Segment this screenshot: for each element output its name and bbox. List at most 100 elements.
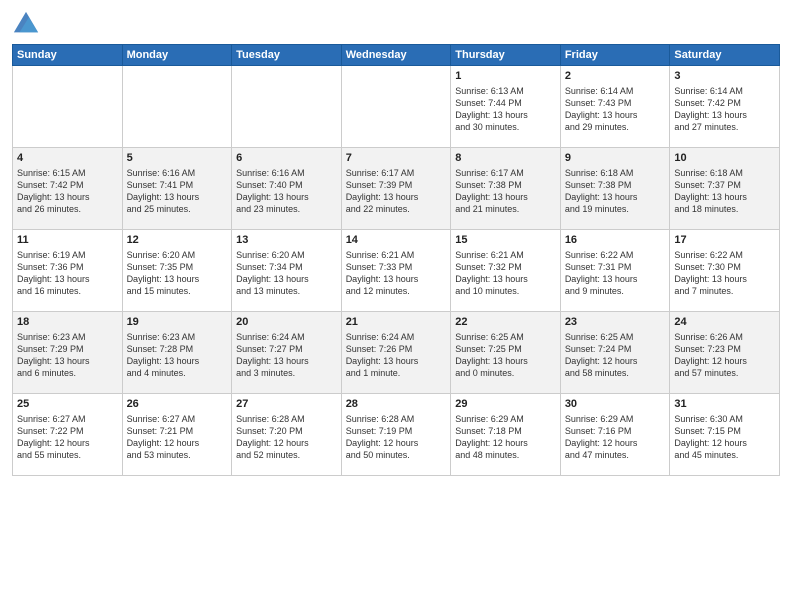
day-info: Sunrise: 6:30 AM Sunset: 7:15 PM Dayligh…: [674, 413, 775, 462]
day-cell: 26Sunrise: 6:27 AM Sunset: 7:21 PM Dayli…: [122, 394, 232, 476]
day-info: Sunrise: 6:14 AM Sunset: 7:43 PM Dayligh…: [565, 85, 666, 134]
day-info: Sunrise: 6:21 AM Sunset: 7:33 PM Dayligh…: [346, 249, 447, 298]
day-cell: 12Sunrise: 6:20 AM Sunset: 7:35 PM Dayli…: [122, 230, 232, 312]
day-cell: 6Sunrise: 6:16 AM Sunset: 7:40 PM Daylig…: [232, 148, 342, 230]
day-info: Sunrise: 6:18 AM Sunset: 7:38 PM Dayligh…: [565, 167, 666, 216]
day-number: 11: [17, 233, 118, 248]
day-cell: 1Sunrise: 6:13 AM Sunset: 7:44 PM Daylig…: [451, 66, 561, 148]
day-info: Sunrise: 6:17 AM Sunset: 7:38 PM Dayligh…: [455, 167, 556, 216]
day-cell: 16Sunrise: 6:22 AM Sunset: 7:31 PM Dayli…: [560, 230, 670, 312]
day-info: Sunrise: 6:23 AM Sunset: 7:29 PM Dayligh…: [17, 331, 118, 380]
day-number: 2: [565, 69, 666, 84]
weekday-friday: Friday: [560, 45, 670, 66]
day-number: 4: [17, 151, 118, 166]
day-info: Sunrise: 6:29 AM Sunset: 7:16 PM Dayligh…: [565, 413, 666, 462]
day-cell: 22Sunrise: 6:25 AM Sunset: 7:25 PM Dayli…: [451, 312, 561, 394]
day-cell: 20Sunrise: 6:24 AM Sunset: 7:27 PM Dayli…: [232, 312, 342, 394]
weekday-tuesday: Tuesday: [232, 45, 342, 66]
day-info: Sunrise: 6:28 AM Sunset: 7:20 PM Dayligh…: [236, 413, 337, 462]
day-info: Sunrise: 6:22 AM Sunset: 7:31 PM Dayligh…: [565, 249, 666, 298]
day-cell: 21Sunrise: 6:24 AM Sunset: 7:26 PM Dayli…: [341, 312, 451, 394]
header: [12, 10, 780, 38]
day-cell: 8Sunrise: 6:17 AM Sunset: 7:38 PM Daylig…: [451, 148, 561, 230]
day-info: Sunrise: 6:26 AM Sunset: 7:23 PM Dayligh…: [674, 331, 775, 380]
day-number: 7: [346, 151, 447, 166]
weekday-header-row: SundayMondayTuesdayWednesdayThursdayFrid…: [13, 45, 780, 66]
day-number: 18: [17, 315, 118, 330]
day-number: 22: [455, 315, 556, 330]
day-cell: 25Sunrise: 6:27 AM Sunset: 7:22 PM Dayli…: [13, 394, 123, 476]
day-cell: 31Sunrise: 6:30 AM Sunset: 7:15 PM Dayli…: [670, 394, 780, 476]
weekday-thursday: Thursday: [451, 45, 561, 66]
weekday-wednesday: Wednesday: [341, 45, 451, 66]
day-info: Sunrise: 6:25 AM Sunset: 7:24 PM Dayligh…: [565, 331, 666, 380]
week-row-2: 11Sunrise: 6:19 AM Sunset: 7:36 PM Dayli…: [13, 230, 780, 312]
day-info: Sunrise: 6:17 AM Sunset: 7:39 PM Dayligh…: [346, 167, 447, 216]
day-info: Sunrise: 6:22 AM Sunset: 7:30 PM Dayligh…: [674, 249, 775, 298]
day-info: Sunrise: 6:29 AM Sunset: 7:18 PM Dayligh…: [455, 413, 556, 462]
day-cell: 27Sunrise: 6:28 AM Sunset: 7:20 PM Dayli…: [232, 394, 342, 476]
day-cell: 17Sunrise: 6:22 AM Sunset: 7:30 PM Dayli…: [670, 230, 780, 312]
day-cell: [13, 66, 123, 148]
day-cell: 28Sunrise: 6:28 AM Sunset: 7:19 PM Dayli…: [341, 394, 451, 476]
week-row-0: 1Sunrise: 6:13 AM Sunset: 7:44 PM Daylig…: [13, 66, 780, 148]
day-info: Sunrise: 6:14 AM Sunset: 7:42 PM Dayligh…: [674, 85, 775, 134]
week-row-4: 25Sunrise: 6:27 AM Sunset: 7:22 PM Dayli…: [13, 394, 780, 476]
day-info: Sunrise: 6:25 AM Sunset: 7:25 PM Dayligh…: [455, 331, 556, 380]
day-cell: 4Sunrise: 6:15 AM Sunset: 7:42 PM Daylig…: [13, 148, 123, 230]
day-cell: 3Sunrise: 6:14 AM Sunset: 7:42 PM Daylig…: [670, 66, 780, 148]
day-number: 9: [565, 151, 666, 166]
day-number: 10: [674, 151, 775, 166]
day-number: 31: [674, 397, 775, 412]
day-info: Sunrise: 6:27 AM Sunset: 7:21 PM Dayligh…: [127, 413, 228, 462]
logo: [12, 10, 44, 38]
day-info: Sunrise: 6:18 AM Sunset: 7:37 PM Dayligh…: [674, 167, 775, 216]
day-number: 30: [565, 397, 666, 412]
weekday-monday: Monday: [122, 45, 232, 66]
day-number: 20: [236, 315, 337, 330]
day-cell: [232, 66, 342, 148]
day-number: 27: [236, 397, 337, 412]
day-number: 14: [346, 233, 447, 248]
day-cell: 13Sunrise: 6:20 AM Sunset: 7:34 PM Dayli…: [232, 230, 342, 312]
day-cell: 18Sunrise: 6:23 AM Sunset: 7:29 PM Dayli…: [13, 312, 123, 394]
day-info: Sunrise: 6:15 AM Sunset: 7:42 PM Dayligh…: [17, 167, 118, 216]
day-info: Sunrise: 6:27 AM Sunset: 7:22 PM Dayligh…: [17, 413, 118, 462]
day-info: Sunrise: 6:13 AM Sunset: 7:44 PM Dayligh…: [455, 85, 556, 134]
logo-icon: [12, 10, 40, 38]
day-info: Sunrise: 6:21 AM Sunset: 7:32 PM Dayligh…: [455, 249, 556, 298]
day-cell: 2Sunrise: 6:14 AM Sunset: 7:43 PM Daylig…: [560, 66, 670, 148]
day-number: 19: [127, 315, 228, 330]
day-cell: 7Sunrise: 6:17 AM Sunset: 7:39 PM Daylig…: [341, 148, 451, 230]
day-number: 12: [127, 233, 228, 248]
day-cell: 15Sunrise: 6:21 AM Sunset: 7:32 PM Dayli…: [451, 230, 561, 312]
day-info: Sunrise: 6:23 AM Sunset: 7:28 PM Dayligh…: [127, 331, 228, 380]
week-row-1: 4Sunrise: 6:15 AM Sunset: 7:42 PM Daylig…: [13, 148, 780, 230]
day-info: Sunrise: 6:19 AM Sunset: 7:36 PM Dayligh…: [17, 249, 118, 298]
day-cell: [122, 66, 232, 148]
day-cell: 11Sunrise: 6:19 AM Sunset: 7:36 PM Dayli…: [13, 230, 123, 312]
day-cell: 9Sunrise: 6:18 AM Sunset: 7:38 PM Daylig…: [560, 148, 670, 230]
day-info: Sunrise: 6:16 AM Sunset: 7:41 PM Dayligh…: [127, 167, 228, 216]
day-number: 23: [565, 315, 666, 330]
day-number: 5: [127, 151, 228, 166]
day-number: 13: [236, 233, 337, 248]
day-info: Sunrise: 6:24 AM Sunset: 7:27 PM Dayligh…: [236, 331, 337, 380]
week-row-3: 18Sunrise: 6:23 AM Sunset: 7:29 PM Dayli…: [13, 312, 780, 394]
day-info: Sunrise: 6:20 AM Sunset: 7:35 PM Dayligh…: [127, 249, 228, 298]
day-cell: 19Sunrise: 6:23 AM Sunset: 7:28 PM Dayli…: [122, 312, 232, 394]
day-info: Sunrise: 6:16 AM Sunset: 7:40 PM Dayligh…: [236, 167, 337, 216]
day-number: 28: [346, 397, 447, 412]
day-info: Sunrise: 6:20 AM Sunset: 7:34 PM Dayligh…: [236, 249, 337, 298]
day-cell: 5Sunrise: 6:16 AM Sunset: 7:41 PM Daylig…: [122, 148, 232, 230]
day-number: 29: [455, 397, 556, 412]
day-number: 17: [674, 233, 775, 248]
day-number: 16: [565, 233, 666, 248]
day-cell: [341, 66, 451, 148]
day-cell: 24Sunrise: 6:26 AM Sunset: 7:23 PM Dayli…: [670, 312, 780, 394]
day-number: 6: [236, 151, 337, 166]
weekday-saturday: Saturday: [670, 45, 780, 66]
day-number: 26: [127, 397, 228, 412]
day-number: 21: [346, 315, 447, 330]
day-number: 24: [674, 315, 775, 330]
